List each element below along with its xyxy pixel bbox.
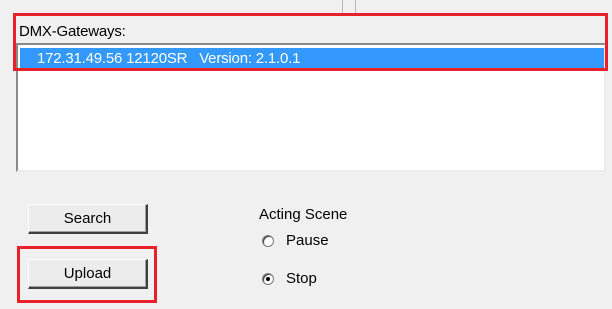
gateways-label: DMX-Gateways: bbox=[19, 23, 126, 40]
radio-stop[interactable]: Stop bbox=[262, 270, 317, 287]
search-button[interactable]: Search bbox=[28, 204, 148, 234]
radio-checked-icon[interactable] bbox=[262, 272, 274, 285]
radio-pause-label: Pause bbox=[286, 232, 329, 249]
upload-button[interactable]: Upload bbox=[28, 259, 148, 289]
gateway-list-item[interactable]: 172.31.49.56 12120SR Version: 2.1.0.1 bbox=[20, 48, 604, 69]
frame-border-fragment bbox=[342, 0, 356, 15]
gateways-listbox[interactable]: 172.31.49.56 12120SR Version: 2.1.0.1 bbox=[16, 43, 606, 172]
radio-unchecked-icon[interactable] bbox=[262, 234, 274, 247]
radio-pause[interactable]: Pause bbox=[262, 232, 329, 249]
acting-scene-label: Acting Scene bbox=[259, 206, 348, 223]
radio-stop-label: Stop bbox=[286, 270, 317, 287]
